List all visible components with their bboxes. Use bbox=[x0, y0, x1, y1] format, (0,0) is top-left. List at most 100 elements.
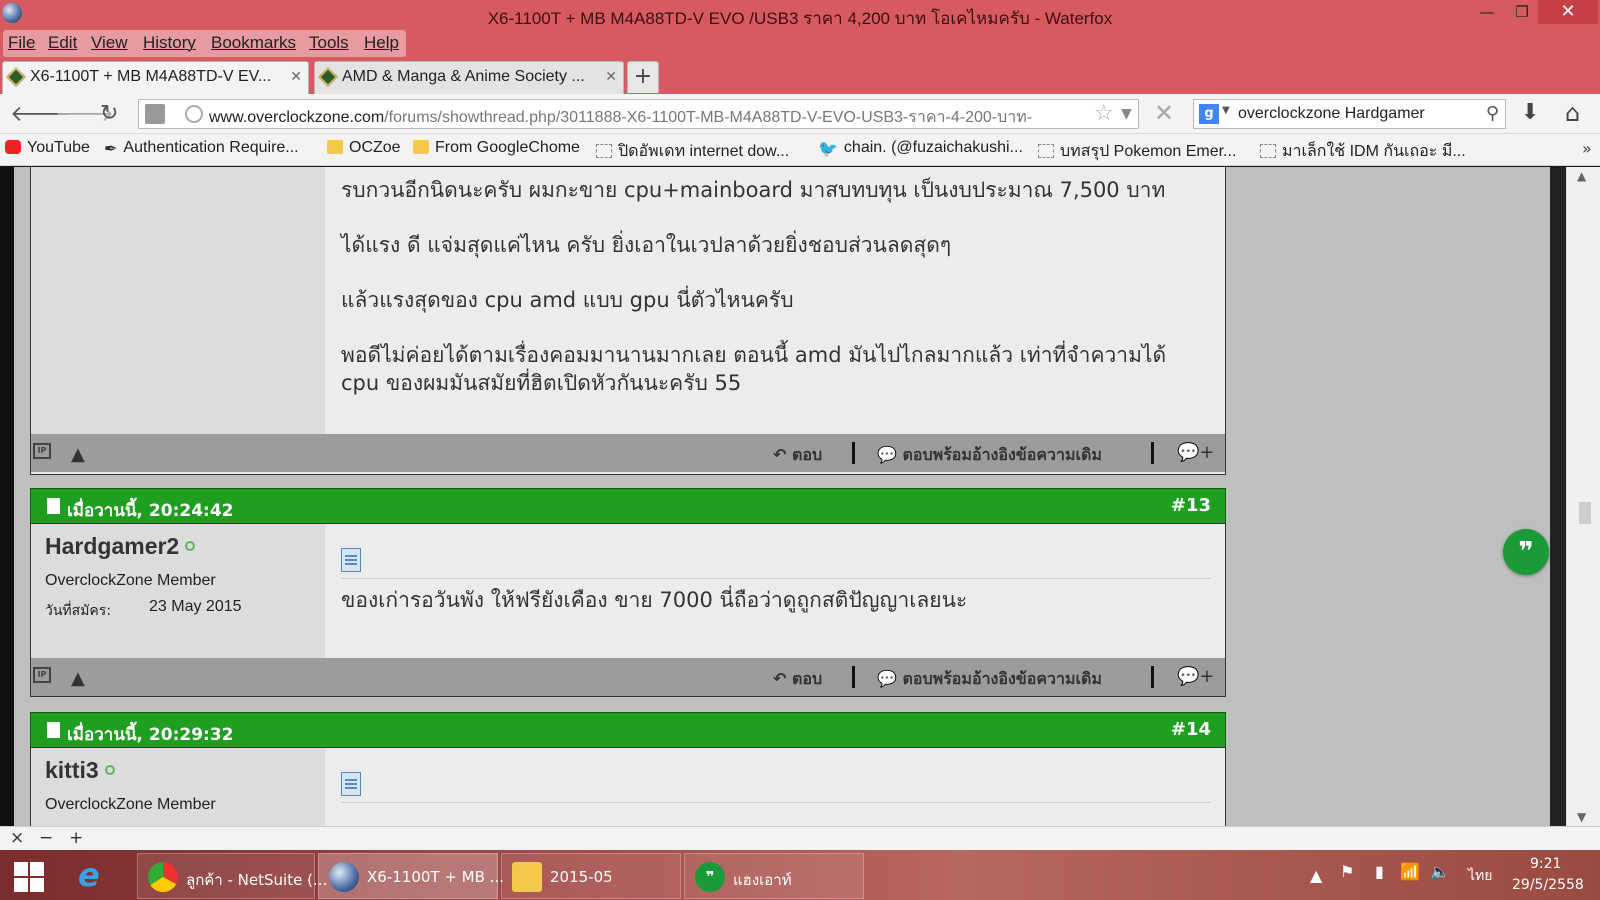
site-favicon-icon bbox=[6, 67, 26, 87]
post-number-link[interactable]: #14 bbox=[1171, 719, 1211, 740]
reply-with-quote-button[interactable]: 💬 ตอบพร้อมอ้างอิงข้อความเดิม bbox=[877, 667, 1102, 692]
google-search-engine-icon[interactable]: g bbox=[1199, 104, 1219, 124]
internet-explorer-icon[interactable]: e bbox=[78, 856, 100, 894]
post-user-panel bbox=[31, 167, 325, 434]
ip-icon[interactable]: IP bbox=[33, 667, 51, 683]
taskbar-item-label: แฮงเอาท์ bbox=[733, 871, 792, 889]
home-icon[interactable]: ⌂ bbox=[1565, 99, 1580, 127]
bookmarks-overflow-chevron-icon[interactable]: » bbox=[1582, 139, 1592, 158]
windows-taskbar: e ลูกค้า - NetSuite (... X6-1100T + MB .… bbox=[0, 850, 1600, 900]
network-signal-icon[interactable]: 📶 bbox=[1400, 862, 1420, 881]
bookmark-authentication[interactable]: ✒ Authentication Require... bbox=[104, 139, 299, 158]
scroll-down-arrow-icon[interactable]: ▼ bbox=[1577, 810, 1586, 824]
report-warning-icon[interactable]: ▲ bbox=[71, 444, 85, 465]
search-go-icon[interactable]: ⚲ bbox=[1486, 103, 1499, 124]
volume-icon[interactable]: 🔈 bbox=[1430, 862, 1450, 881]
download-arrow-icon[interactable]: ⬇ bbox=[1521, 100, 1539, 125]
page-scrollbar[interactable]: ▲ ▼ bbox=[1566, 167, 1600, 826]
zoom-in-button[interactable]: + bbox=[69, 828, 83, 848]
clock-time[interactable]: 9:21 bbox=[1530, 856, 1561, 872]
post-header: เมื่อวานนี้, 20:24:42 #13 bbox=[30, 488, 1226, 524]
reply-label: ตอบ bbox=[791, 445, 823, 464]
url-dropdown-icon[interactable]: ▼ bbox=[1121, 106, 1132, 122]
username-link[interactable]: Hardgamer2 bbox=[45, 533, 196, 560]
menu-history[interactable]: History bbox=[143, 33, 196, 53]
site-identity-icon[interactable] bbox=[145, 104, 165, 124]
tray-overflow-icon[interactable]: ▲ bbox=[1310, 866, 1322, 885]
menu-tools[interactable]: Tools bbox=[309, 33, 349, 53]
bookmark-twitter-chain[interactable]: 🐦 chain. (@fuzaichakushi... bbox=[818, 139, 1023, 158]
zoom-out-button[interactable]: − bbox=[39, 828, 53, 848]
navigation-bar: 🡐 🡒 ↻ www.overclockzone.com/forums/showt… bbox=[0, 94, 1600, 134]
multi-quote-icon[interactable]: 💬+ bbox=[1177, 666, 1215, 687]
bookmark-star-icon[interactable]: ☆ bbox=[1094, 101, 1114, 126]
scrollbar-thumb[interactable] bbox=[1579, 502, 1591, 524]
bookmark-idm[interactable]: มาเล็กใช้ IDM กันเถอะ มี... bbox=[1260, 139, 1466, 164]
engine-dropdown-icon[interactable]: ▼ bbox=[1222, 105, 1230, 116]
page-left-margin bbox=[0, 167, 14, 826]
search-input[interactable]: overclockzone Hardgamer bbox=[1238, 105, 1425, 123]
reply-arrow-icon: ↶ bbox=[773, 445, 792, 464]
close-window-button[interactable]: ✕ bbox=[1538, 0, 1598, 24]
taskbar-item-label: 2015-05 bbox=[550, 868, 613, 886]
tab-close-icon[interactable]: ✕ bbox=[605, 68, 617, 85]
hangouts-quote-floating-icon[interactable]: ❞ bbox=[1503, 529, 1549, 575]
reply-button[interactable]: ↶ ตอบ bbox=[773, 443, 822, 468]
input-language[interactable]: ไทย bbox=[1468, 865, 1492, 887]
bookmark-pokemon[interactable]: บทสรุป Pokemon Emer... bbox=[1038, 139, 1236, 164]
reload-icon[interactable]: ↻ bbox=[100, 101, 118, 126]
tab-close-icon[interactable]: ✕ bbox=[290, 68, 302, 85]
tab-active-thread[interactable]: X6-1100T + MB M4A88TD-V EV... ✕ bbox=[2, 61, 309, 94]
online-status-icon bbox=[185, 541, 196, 551]
menu-view[interactable]: View bbox=[91, 33, 128, 53]
taskbar-item-chrome[interactable]: ลูกค้า - NetSuite (... bbox=[137, 853, 327, 899]
clock-date[interactable]: 29/5/2558 bbox=[1512, 877, 1584, 893]
post-text-line: cpu ของผมมันสมัยที่ฮิตเปิดหัวกันนะครับ 5… bbox=[341, 371, 742, 395]
maximize-button[interactable]: ❐ bbox=[1505, 0, 1539, 24]
stop-loading-icon[interactable]: ✕ bbox=[1154, 99, 1174, 127]
bookmark-youtube[interactable]: YouTube bbox=[5, 139, 90, 157]
address-bar[interactable]: www.overclockzone.com/forums/showthread.… bbox=[138, 99, 1139, 129]
multi-quote-icon[interactable]: 💬+ bbox=[1177, 442, 1215, 463]
url-path: /forums/showthread.php/3011888-X6-1100T-… bbox=[384, 109, 1033, 126]
taskbar-item-hangouts[interactable]: ❞ แฮงเอาท์ bbox=[684, 853, 864, 899]
bookmark-oczoe[interactable]: OCZoe bbox=[327, 139, 401, 157]
new-tab-button[interactable]: + bbox=[627, 61, 659, 93]
menu-bookmarks[interactable]: Bookmarks bbox=[211, 33, 296, 53]
join-date-label: วันที่สมัคร: bbox=[45, 603, 112, 619]
scroll-up-arrow-icon[interactable]: ▲ bbox=[1577, 169, 1586, 183]
ip-icon[interactable]: IP bbox=[33, 443, 51, 459]
post-divider bbox=[341, 802, 1211, 803]
post-user-panel: Hardgamer2 OverclockZone Member วันที่สม… bbox=[31, 524, 325, 658]
folder-icon bbox=[327, 140, 343, 154]
folder-icon bbox=[512, 862, 542, 892]
windows-start-icon[interactable] bbox=[14, 862, 44, 892]
username-link[interactable]: kitti3 bbox=[45, 757, 115, 784]
taskbar-item-waterfox[interactable]: X6-1100T + MB ... bbox=[318, 853, 504, 899]
online-status-icon bbox=[104, 765, 115, 775]
bookmark-from-googlechome[interactable]: From GoogleChome bbox=[413, 139, 580, 157]
youtube-icon bbox=[5, 140, 21, 154]
bookmark-idm-update[interactable]: ปิดอัพเดท internet dow... bbox=[596, 139, 789, 164]
url-text[interactable]: www.overclockzone.com/forums/showthread.… bbox=[209, 105, 1089, 130]
post-text-line: รบกวนอีกนิดนะครับ ผมกะขาย cpu+mainboard … bbox=[341, 178, 1166, 202]
page-content: รบกวนอีกนิดนะครับ ผมกะขาย cpu+mainboard … bbox=[14, 167, 1566, 826]
tab-amd-society[interactable]: AMD & Manga & Anime Society ... ✕ bbox=[314, 61, 624, 94]
reply-button[interactable]: ↶ ตอบ bbox=[773, 667, 822, 692]
post-number-link[interactable]: #13 bbox=[1171, 495, 1211, 516]
taskbar-item-folder[interactable]: 2015-05 bbox=[501, 853, 681, 899]
action-center-flag-icon[interactable]: ⚑ bbox=[1340, 862, 1354, 881]
menu-file[interactable]: File bbox=[8, 33, 35, 53]
quote-bubble-icon: 💬 bbox=[877, 669, 903, 688]
battery-icon[interactable]: ▮ bbox=[1375, 862, 1384, 881]
search-box[interactable]: g ▼ overclockzone Hardgamer ⚲ bbox=[1193, 99, 1506, 129]
report-warning-icon[interactable]: ▲ bbox=[71, 668, 85, 689]
post-footer: IP ▲ ↶ ตอบ 💬 ตอบพร้อมอ้างอิงข้อความเดิม … bbox=[31, 434, 1225, 472]
reply-with-quote-button[interactable]: 💬 ตอบพร้อมอ้างอิงข้อความเดิม bbox=[877, 443, 1102, 468]
menu-edit[interactable]: Edit bbox=[48, 33, 77, 53]
menu-help[interactable]: Help bbox=[364, 33, 399, 53]
zoom-bar-close-icon[interactable]: × bbox=[10, 828, 24, 848]
minimize-button[interactable]: — bbox=[1470, 0, 1504, 24]
twitter-icon: 🐦 bbox=[818, 141, 838, 158]
blank-page-icon bbox=[1260, 144, 1276, 158]
